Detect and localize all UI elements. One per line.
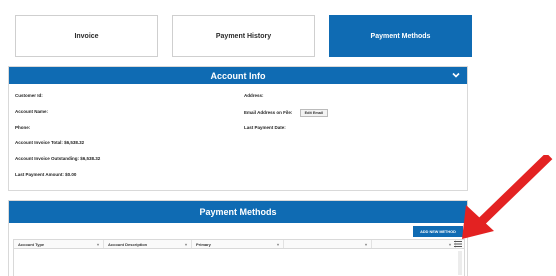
customer-id-label: Customer Id: <box>15 93 43 98</box>
invoice-total-label: Account Invoice Total: $6,538.32 <box>15 140 85 145</box>
tab-bar: Invoice Payment History Payment Methods <box>12 15 545 59</box>
column-label: Primary <box>196 241 211 247</box>
grid-scrollbar[interactable] <box>458 251 462 275</box>
column-account-type[interactable]: Account Type ▾ <box>14 240 104 248</box>
payment-methods-header: Payment Methods <box>9 201 467 223</box>
column-primary[interactable]: Primary ▾ <box>192 240 284 248</box>
address-label: Address: <box>244 93 264 98</box>
chevron-down-icon[interactable]: ▾ <box>277 242 279 247</box>
chevron-down-icon[interactable] <box>451 70 461 80</box>
payment-methods-title: Payment Methods <box>199 207 277 217</box>
edit-email-button[interactable]: Edit Email <box>299 109 328 117</box>
column-account-description[interactable]: Account Description ▾ <box>104 240 192 248</box>
tab-payment-history[interactable]: Payment History <box>172 15 315 57</box>
annotation-arrow <box>462 155 553 239</box>
tab-payment-methods[interactable]: Payment Methods <box>329 15 472 57</box>
tab-invoice[interactable]: Invoice <box>15 15 158 57</box>
chevron-down-icon[interactable]: ▾ <box>97 242 99 247</box>
payment-methods-grid-header: Account Type ▾ Account Description ▾ Pri… <box>13 239 465 249</box>
column-label: Account Description <box>108 241 148 247</box>
email-on-file: Email Address on File: Edit Email <box>244 109 328 117</box>
phone-label: Phone: <box>15 125 31 130</box>
account-info-header[interactable]: Account Info <box>9 67 467 84</box>
add-new-method-button[interactable]: ADD NEW METHOD <box>413 226 463 237</box>
column-label: Account Type <box>18 241 45 247</box>
chevron-down-icon[interactable]: ▾ <box>365 242 367 247</box>
account-info-panel: Account Info Customer Id: Account Name: … <box>8 66 468 191</box>
chevron-down-icon[interactable]: ▾ <box>449 242 451 247</box>
last-payment-amount-label: Last Payment Amount: $0.00 <box>15 172 77 177</box>
column-4[interactable]: ▾ <box>284 240 372 248</box>
email-label: Email Address on File: <box>244 110 293 115</box>
account-info-title: Account Info <box>210 70 266 81</box>
invoice-outstanding-label: Account Invoice Outstanding: $6,538.32 <box>15 156 101 161</box>
payment-methods-panel: Payment Methods ADD NEW METHOD Account T… <box>8 200 468 276</box>
last-payment-date-label: Last Payment Date: <box>244 125 286 130</box>
chevron-down-icon[interactable]: ▾ <box>185 242 187 247</box>
payment-methods-grid-body <box>13 249 465 276</box>
column-5[interactable]: ▾ <box>372 240 456 248</box>
account-name-label: Account Name: <box>15 109 49 114</box>
